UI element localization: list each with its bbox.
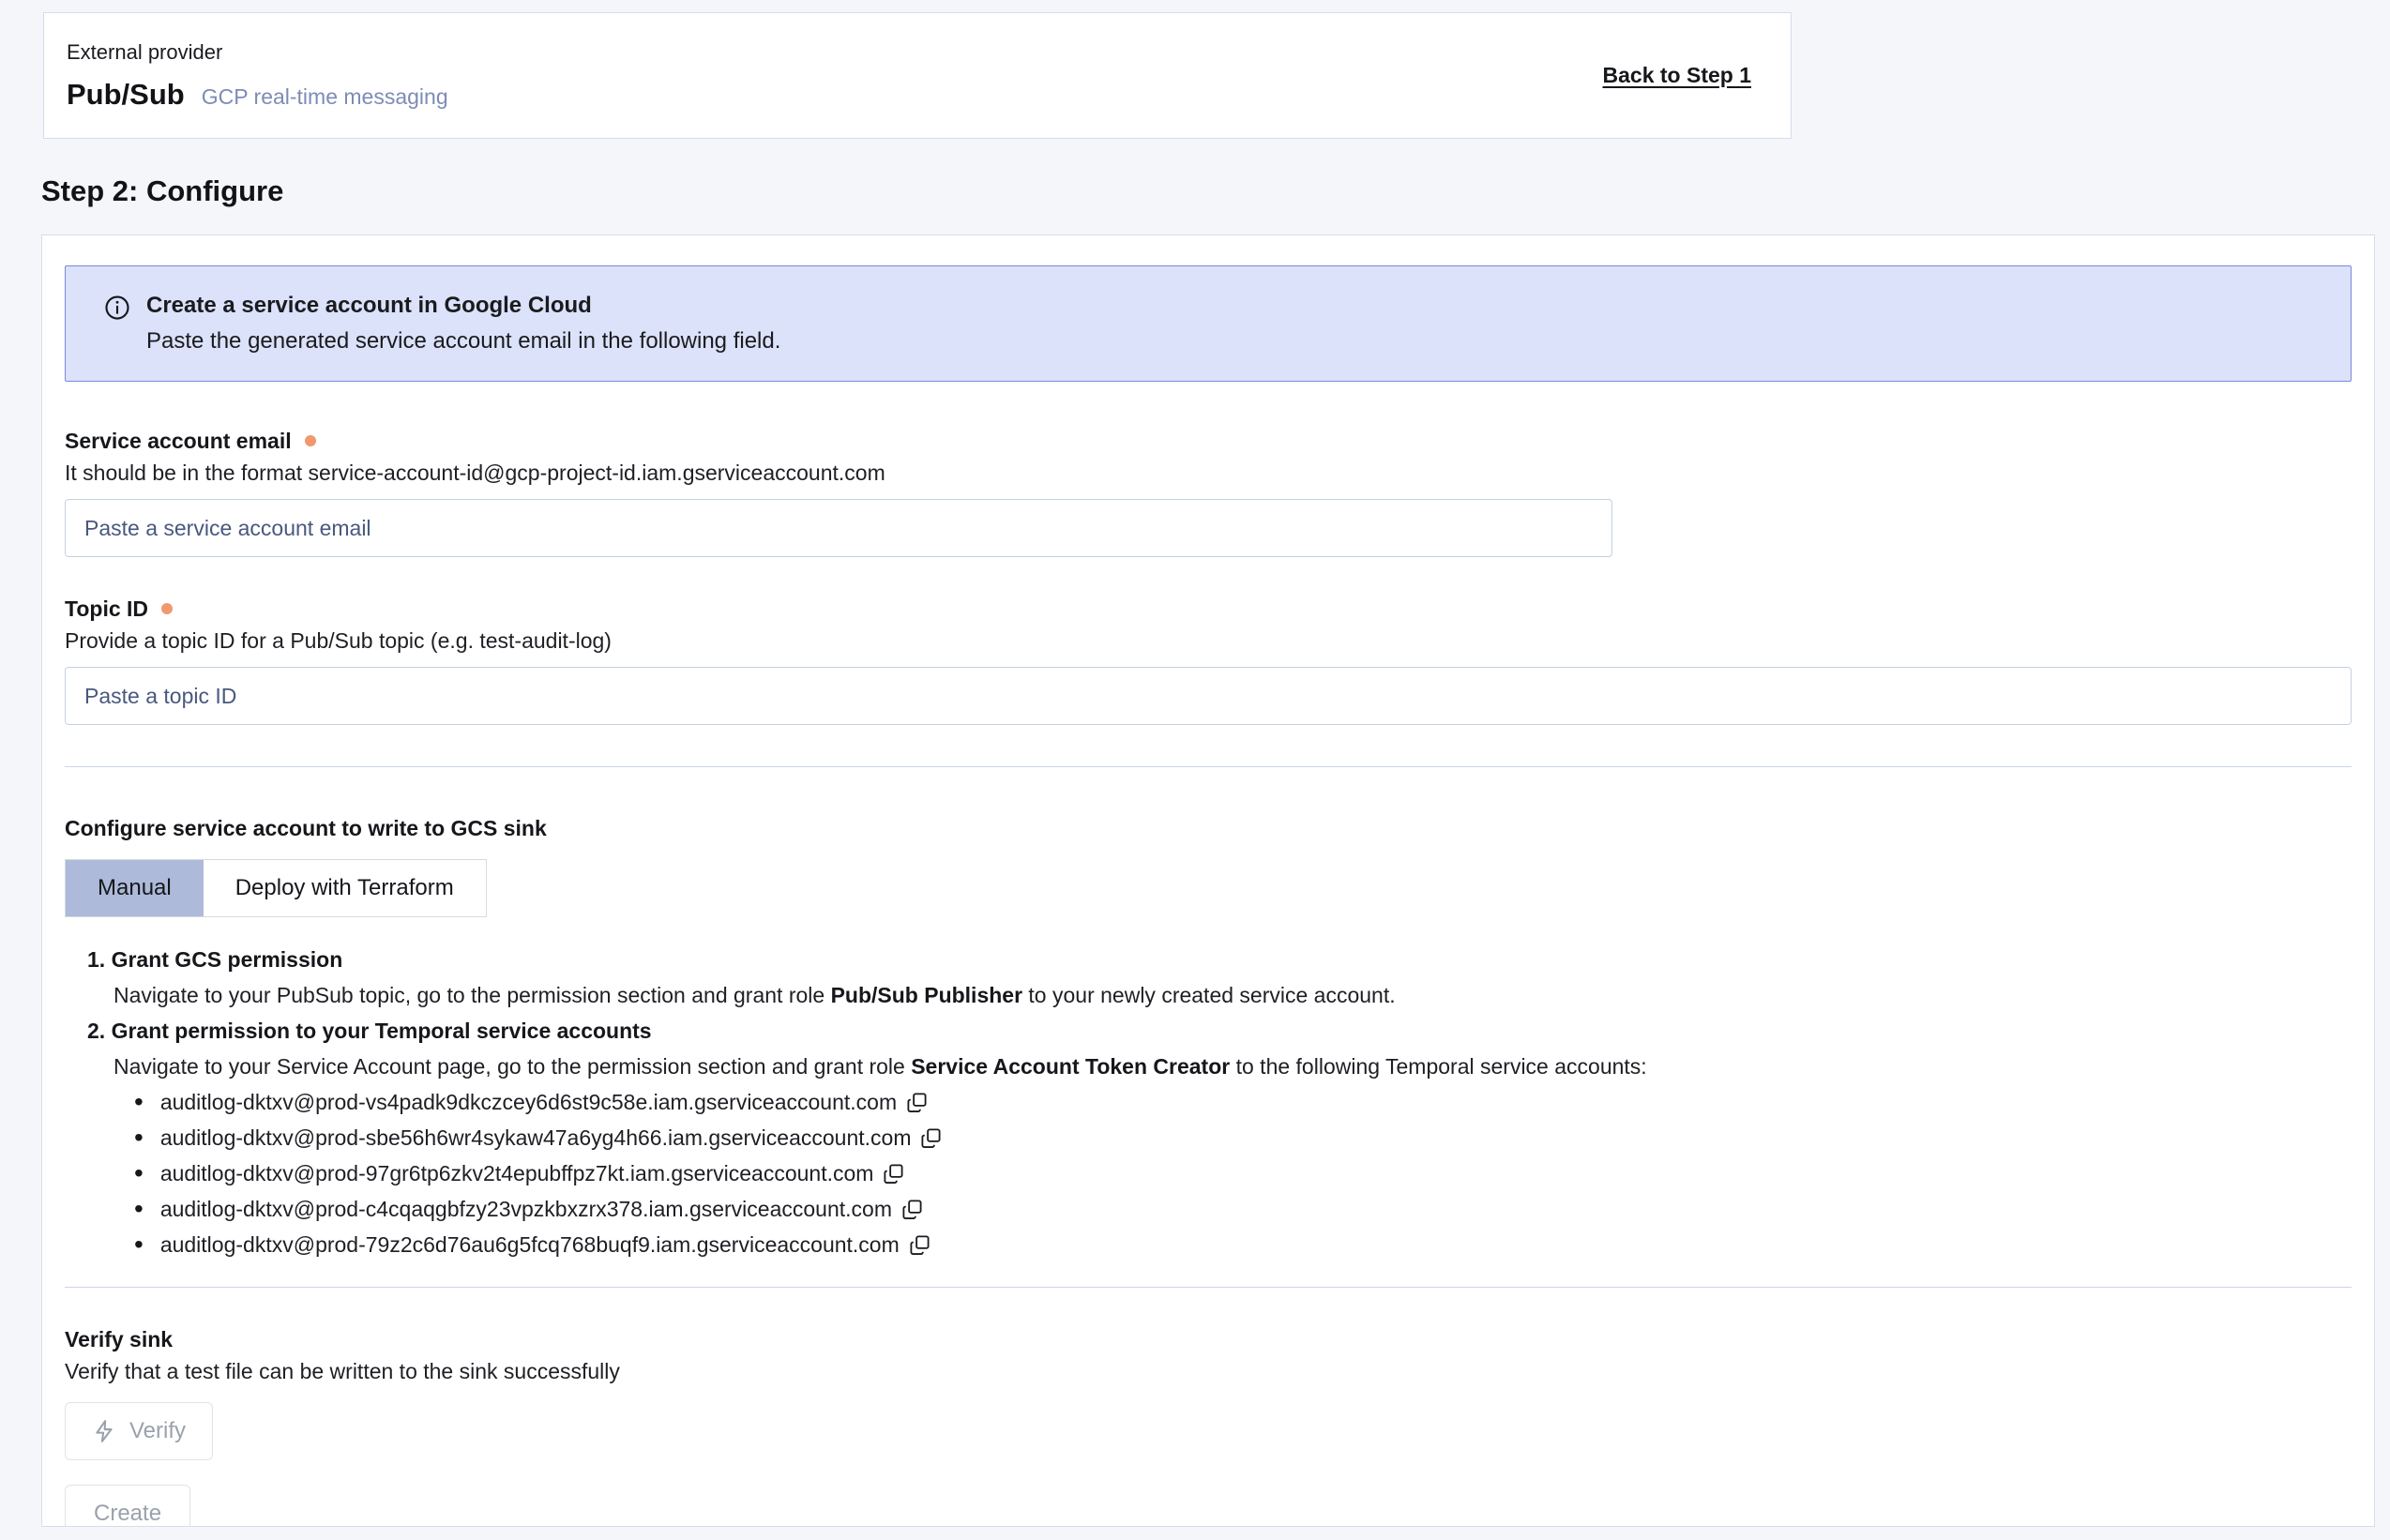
list-item: auditlog-dktxv@prod-sbe56h6wr4sykaw47a6y… (134, 1120, 2352, 1155)
back-to-step-1-link[interactable]: Back to Step 1 (1603, 63, 1752, 88)
service-account-email: auditlog-dktxv@prod-c4cqaqgbfzy23vpzkbxz… (160, 1197, 892, 1222)
tab-deploy-with-terraform[interactable]: Deploy with Terraform (204, 860, 486, 916)
info-banner: Create a service account in Google Cloud… (65, 265, 2352, 382)
service-account-email-input[interactable] (65, 499, 1612, 557)
list-item: auditlog-dktxv@prod-79z2c6d76au6g5fcq768… (134, 1227, 2352, 1262)
role-name: Service Account Token Creator (911, 1054, 1230, 1079)
topic-id-helper: Provide a topic ID for a Pub/Sub topic (… (65, 627, 2352, 655)
info-icon (103, 294, 131, 322)
service-account-email: auditlog-dktxv@prod-97gr6tp6zkv2t4epubff… (160, 1161, 874, 1186)
step-body: Navigate to your PubSub topic, go to the… (113, 977, 2352, 1013)
page: External provider Pub/Sub GCP real-time … (0, 0, 2390, 1540)
verify-button-label: Verify (129, 1418, 186, 1444)
copy-icon[interactable] (909, 1234, 930, 1256)
provider-label: External provider (67, 40, 448, 65)
step-title: Grant GCS permission (87, 947, 342, 972)
service-account-email: auditlog-dktxv@prod-vs4padk9dkczcey6d6st… (160, 1090, 897, 1115)
service-account-email: auditlog-dktxv@prod-sbe56h6wr4sykaw47a6y… (160, 1125, 912, 1151)
list-item: auditlog-dktxv@prod-c4cqaqgbfzy23vpzkbxz… (134, 1191, 2352, 1227)
required-dot (305, 435, 316, 446)
create-button-label: Create (94, 1501, 161, 1527)
page-title: Step 2: Configure (41, 174, 283, 208)
service-account-email-field-group: Service account email It should be in th… (65, 427, 2352, 557)
topic-id-input[interactable] (65, 667, 2352, 725)
service-account-email-helper: It should be in the format service-accou… (65, 459, 2352, 487)
service-account-email-label-row: Service account email (65, 427, 2352, 455)
topic-id-label: Topic ID (65, 596, 148, 622)
list-item: auditlog-dktxv@prod-vs4padk9dkczcey6d6st… (134, 1084, 2352, 1120)
verify-sink-heading: Verify sink (65, 1325, 2352, 1353)
manual-steps-list: Grant GCS permission Navigate to your Pu… (87, 942, 2352, 1262)
provider-row: Pub/Sub GCP real-time messaging (67, 78, 448, 112)
copy-icon[interactable] (901, 1199, 923, 1220)
service-account-email: auditlog-dktxv@prod-79z2c6d76au6g5fcq768… (160, 1232, 900, 1258)
verify-sink-description: Verify that a test file can be written t… (65, 1357, 2352, 1385)
verify-button[interactable]: Verify (65, 1402, 213, 1460)
required-dot (161, 603, 173, 614)
tab-manual[interactable]: Manual (66, 860, 204, 916)
create-button[interactable]: Create (65, 1485, 190, 1527)
service-account-email-label: Service account email (65, 429, 292, 454)
provider-description: GCP real-time messaging (202, 84, 448, 110)
step-title: Grant permission to your Temporal servic… (87, 1019, 652, 1043)
topic-id-field-group: Topic ID Provide a topic ID for a Pub/Su… (65, 595, 2352, 725)
topic-id-label-row: Topic ID (65, 595, 2352, 623)
copy-icon[interactable] (920, 1127, 942, 1149)
step-grant-gcs-permission: Grant GCS permission Navigate to your Pu… (87, 942, 2352, 1013)
info-banner-body: Paste the generated service account emai… (146, 327, 780, 355)
copy-icon[interactable] (906, 1092, 928, 1113)
lightning-icon (92, 1419, 116, 1443)
step-grant-temporal-permission: Grant permission to your Temporal servic… (87, 1013, 2352, 1262)
configure-card: Create a service account in Google Cloud… (41, 234, 2375, 1527)
info-banner-text: Create a service account in Google Cloud… (146, 292, 780, 355)
service-account-list: auditlog-dktxv@prod-vs4padk9dkczcey6d6st… (134, 1084, 2352, 1262)
sink-config-tabs: Manual Deploy with Terraform (65, 859, 487, 917)
copy-icon[interactable] (883, 1163, 904, 1185)
role-name: Pub/Sub Publisher (831, 983, 1022, 1007)
step-body: Navigate to your Service Account page, g… (113, 1049, 2352, 1084)
info-banner-title: Create a service account in Google Cloud (146, 292, 780, 320)
provider-name: Pub/Sub (67, 78, 185, 112)
provider-info: External provider Pub/Sub GCP real-time … (67, 40, 448, 112)
list-item: auditlog-dktxv@prod-97gr6tp6zkv2t4epubff… (134, 1155, 2352, 1191)
divider (65, 766, 2352, 767)
divider (65, 1287, 2352, 1288)
sink-section-heading: Configure service account to write to GC… (65, 814, 2352, 842)
provider-card: External provider Pub/Sub GCP real-time … (43, 12, 1792, 139)
